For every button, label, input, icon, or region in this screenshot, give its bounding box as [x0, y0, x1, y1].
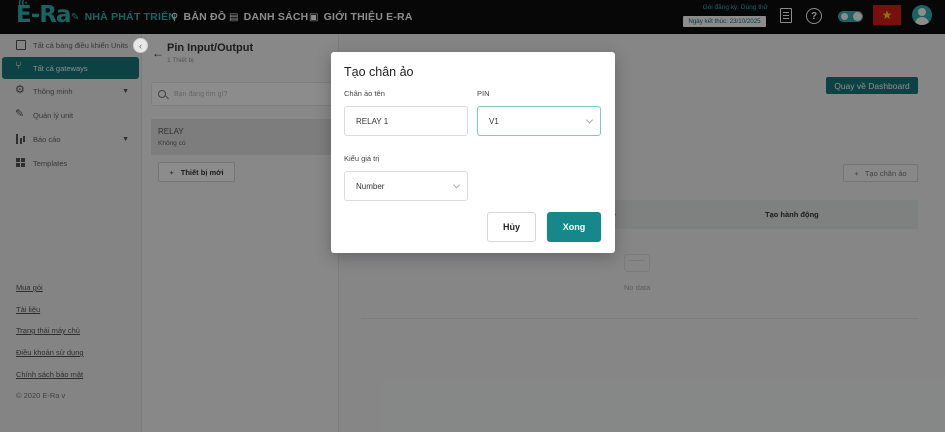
value-type-select[interactable]: Number [344, 171, 468, 201]
pin-name-label: Chân ảo tên [344, 89, 385, 98]
chevron-down-icon [452, 181, 461, 189]
pin-select[interactable]: V1 [477, 106, 601, 136]
done-button[interactable]: Xong [547, 212, 601, 242]
chevron-down-icon [585, 116, 594, 124]
chevron-left-icon: ‹ [139, 40, 142, 51]
create-virtual-pin-modal: Tạo chân ảo Chân ảo tên RELAY 1 PIN V1 K… [331, 52, 615, 253]
modal-title: Tạo chân ảo [344, 65, 414, 79]
cancel-button[interactable]: Hủy [487, 212, 536, 242]
collapse-sidebar-button[interactable]: ‹ [133, 38, 148, 53]
value-type-label: Kiểu giá trị [344, 154, 380, 163]
pin-label: PIN [477, 89, 490, 98]
pin-name-input[interactable]: RELAY 1 [344, 106, 468, 136]
